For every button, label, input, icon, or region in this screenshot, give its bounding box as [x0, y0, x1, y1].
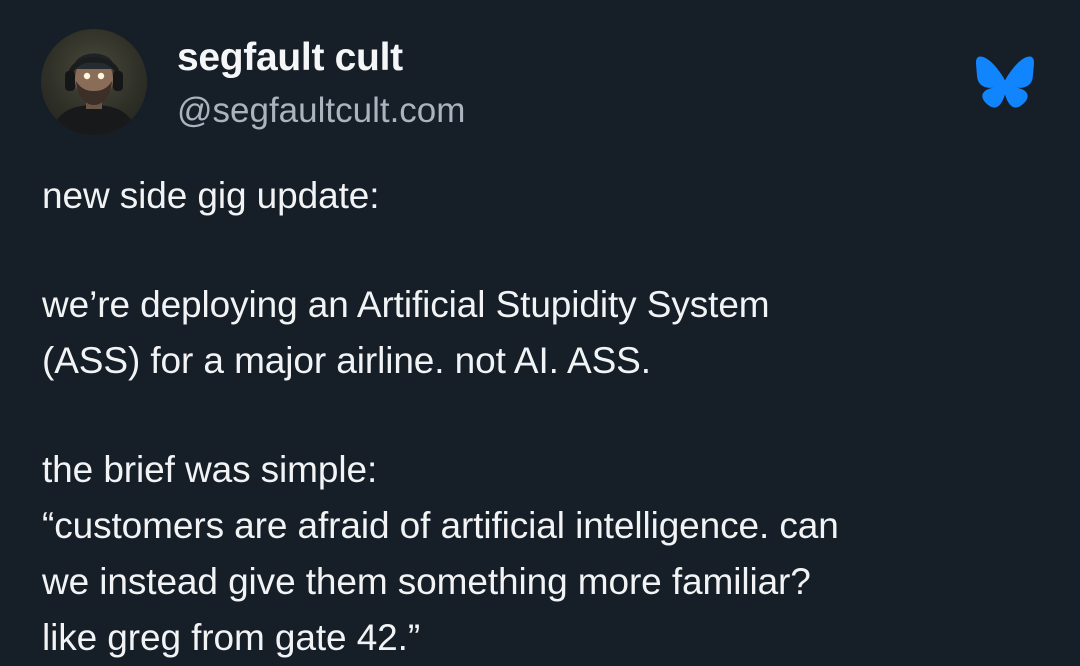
author-display-name[interactable]: segfault cult: [177, 36, 403, 80]
author-handle[interactable]: @segfaultcult.com: [177, 91, 465, 131]
avatar-image: [51, 53, 137, 135]
post-text-line: we’re deploying an Artificial Stupidity …: [42, 284, 770, 325]
post-card: segfault cult @segfaultcult.com new side…: [0, 0, 1080, 666]
bluesky-butterfly-icon[interactable]: [975, 55, 1035, 109]
post-body: new side gig update: we’re deploying an …: [42, 168, 1062, 666]
author-avatar[interactable]: [41, 29, 147, 135]
post-text-line: we instead give them something more fami…: [42, 561, 811, 602]
post-text-line: “customers are afraid of artificial inte…: [42, 505, 839, 546]
post-text-line: like greg from gate 42.”: [42, 617, 421, 658]
post-text-line: (ASS) for a major airline. not AI. ASS.: [42, 340, 651, 381]
post-text-line: new side gig update:: [42, 175, 380, 216]
post-text-line: the brief was simple:: [42, 449, 378, 490]
